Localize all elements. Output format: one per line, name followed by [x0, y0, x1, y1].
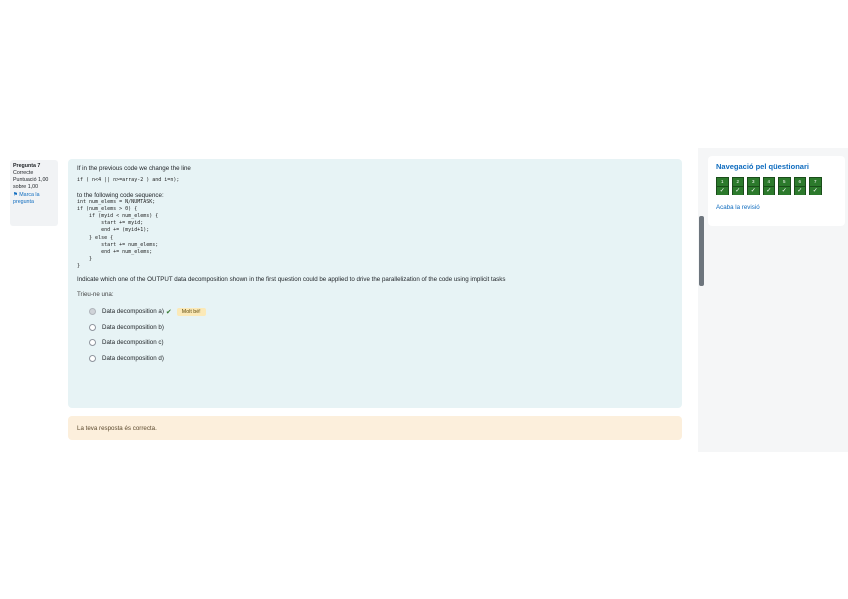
check-icon: ✔	[165, 308, 172, 316]
nav-button-2[interactable]: 2 ✓	[731, 177, 744, 195]
question-mark: Puntuació 1,00	[13, 177, 49, 184]
check-icon: ✓	[810, 186, 821, 195]
code-line: if ( n<4 || n>=array-2 ) and i=n);	[77, 177, 180, 183]
code-block-line: end += num_elems;	[77, 248, 153, 255]
nav-button-number: 6	[794, 178, 805, 186]
check-icon: ✓	[732, 186, 743, 195]
nav-button-7[interactable]: 7 ✓	[809, 177, 822, 195]
nav-button-number: 7	[810, 178, 821, 186]
flag-icon: ⚑	[13, 191, 18, 198]
answer-option-label: Data decomposition c)	[102, 339, 164, 347]
answer-option-a[interactable]: Data decomposition a) ✔ Molt bé!	[77, 304, 673, 320]
code-block-line: if (num_elems > 0) {	[77, 206, 138, 213]
nav-button-3[interactable]: 3 ✓	[747, 177, 760, 195]
quiz-navigation-buttons: 1 ✓ 2 ✓ 3 ✓ 4 ✓ 5 ✓ 6 ✓ 7 ✓	[716, 177, 837, 195]
quiz-navigation-title: Navegació pel qüestionari	[716, 162, 809, 171]
flag-question-link[interactable]: ⚑ Marca la pregunta	[13, 192, 55, 206]
code-block-line: end += (myid+1);	[77, 227, 150, 234]
feedback-box: La teva resposta és correcta.	[68, 416, 682, 440]
correct-badge: Molt bé!	[176, 307, 206, 316]
answer-options: Data decomposition a) ✔ Molt bé! Data de…	[77, 304, 673, 366]
choose-label: Trieu-ne una:	[77, 291, 114, 299]
answer-option-label: Data decomposition d)	[102, 354, 164, 362]
scrollbar[interactable]	[699, 216, 704, 286]
feedback-text: La teva resposta és correcta.	[77, 424, 157, 432]
question-prompt: Indicate which one of the OUTPUT data de…	[77, 276, 506, 284]
question-mark-out-of: sobre 1,00	[13, 184, 39, 191]
nav-button-number: 4	[763, 178, 774, 186]
answer-option-d[interactable]: Data decomposition d)	[77, 351, 673, 367]
answer-option-label: Data decomposition a)	[102, 308, 164, 316]
nav-button-number: 5	[779, 178, 790, 186]
code-block-line: start += num_elems;	[77, 241, 159, 248]
radio-button[interactable]	[89, 308, 96, 316]
code-block-line: }	[77, 255, 93, 262]
question-number: Pregunta 7	[13, 163, 41, 169]
check-icon: ✓	[717, 186, 728, 195]
nav-button-1[interactable]: 1 ✓	[716, 177, 729, 195]
check-icon: ✓	[748, 186, 759, 195]
radio-button[interactable]	[89, 323, 96, 331]
code-block: int num_elems = N/NUMTASK; if (num_elems…	[77, 199, 673, 270]
quiz-navigation: Navegació pel qüestionari 1 ✓ 2 ✓ 3 ✓ 4 …	[708, 156, 845, 226]
code-block-line: }	[77, 262, 81, 269]
code-block-line: } else {	[77, 234, 114, 241]
question-content: If in the previous code we change the li…	[68, 159, 682, 408]
nav-button-number: 3	[748, 178, 759, 186]
question-info: Pregunta 7 Correcte Puntuació 1,00 sobre…	[10, 160, 58, 226]
question-intro: If in the previous code we change the li…	[77, 165, 191, 172]
answer-option-b[interactable]: Data decomposition b)	[77, 320, 673, 336]
nav-button-number: 2	[732, 178, 743, 186]
nav-button-5[interactable]: 5 ✓	[778, 177, 791, 195]
code-block-line: start += myid;	[77, 220, 144, 227]
check-icon: ✓	[794, 186, 805, 195]
nav-button-number: 1	[717, 178, 728, 186]
code-block-line: int num_elems = N/NUMTASK;	[77, 199, 156, 206]
answer-option-c[interactable]: Data decomposition c)	[77, 335, 673, 351]
answer-option-label: Data decomposition b)	[102, 323, 164, 331]
question-state: Correcte	[13, 170, 34, 177]
question-following: to the following code sequence:	[77, 192, 164, 200]
nav-button-4[interactable]: 4 ✓	[762, 177, 775, 195]
code-block-line: if (myid < num_elems) {	[77, 213, 159, 220]
check-icon: ✓	[779, 186, 790, 195]
check-icon: ✓	[763, 186, 774, 195]
radio-button[interactable]	[89, 339, 96, 347]
finish-review-link[interactable]: Acaba la revisió	[716, 204, 837, 211]
radio-button[interactable]	[89, 354, 96, 362]
nav-button-6[interactable]: 6 ✓	[793, 177, 806, 195]
